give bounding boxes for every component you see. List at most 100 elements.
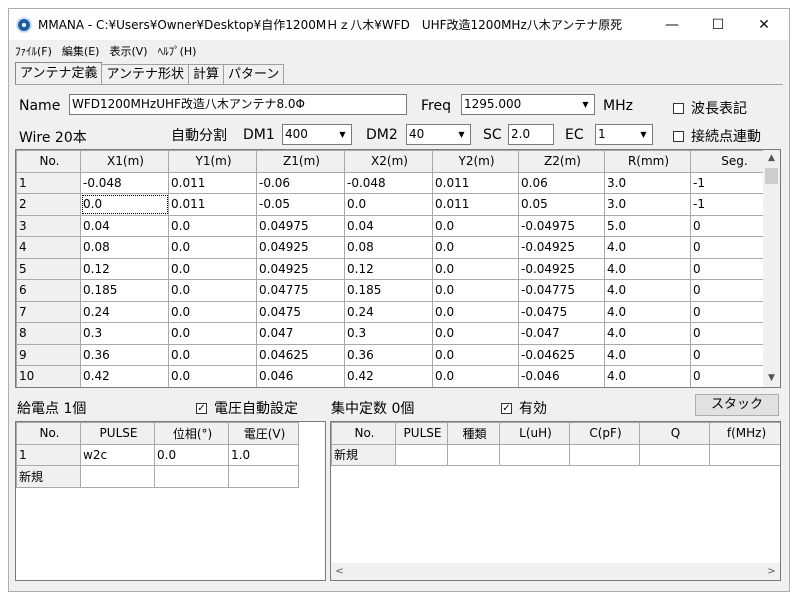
wire-z1-cell[interactable]: 0.04625 [256,343,345,366]
wire-y2-cell[interactable]: 0.0 [432,365,519,387]
wire-x1-cell[interactable]: 0.0 [80,193,169,216]
wire-x2-cell[interactable]: 0.185 [344,279,433,302]
scroll-left-icon[interactable]: < [331,563,348,580]
menu-file[interactable]: ﾌｧｲﾙ(F) [15,43,52,59]
wire-z1-cell[interactable]: 0.046 [256,365,345,387]
tab-calculation[interactable]: 計算 [187,64,224,84]
dm1-dropdown-arrow-icon[interactable]: ▼ [334,125,351,144]
wire-y2-cell[interactable]: 0.011 [432,171,519,194]
lumped-enabled-checkbox-box[interactable]: ✓ [501,402,512,414]
table-row[interactable]: 新規 [331,443,780,466]
wire-z2-cell[interactable]: 0.06 [518,171,605,194]
wire-x2-cell[interactable]: 0.24 [344,300,433,323]
wire-x2-cell[interactable]: -0.048 [344,171,433,194]
tab-antenna-definition[interactable]: アンテナ定義 [15,62,103,84]
wire-r-cell[interactable]: 4.0 [604,300,691,323]
wire-y1-cell[interactable]: 0.0 [168,279,257,302]
wire-x1-cell[interactable]: 0.12 [80,257,169,280]
table-row[interactable]: 3 0.04 0.0 0.04975 0.04 0.0 -0.04975 5.0 0 [16,214,777,237]
table-row[interactable]: 新規 [16,465,299,488]
wire-x2-cell[interactable]: 0.3 [344,322,433,345]
wire-no-cell[interactable]: 10 [16,365,81,387]
auto-voltage-checkbox-box[interactable]: ✓ [196,402,207,414]
connect-checkbox-box[interactable] [673,130,684,142]
wire-no-cell[interactable]: 8 [16,322,81,345]
wire-y1-cell[interactable]: 0.0 [168,236,257,259]
dm2-select[interactable]: 40 ▼ [406,124,471,145]
wire-y2-cell[interactable]: 0.0 [432,300,519,323]
close-button[interactable]: ✕ [741,9,787,40]
stack-button[interactable]: スタック [695,394,779,416]
wire-y2-cell[interactable]: 0.0 [432,322,519,345]
lumped-empty-cell[interactable] [569,443,640,466]
wire-r-cell[interactable]: 4.0 [604,343,691,366]
wire-r-cell[interactable]: 5.0 [604,214,691,237]
ec-dropdown-arrow-icon[interactable]: ▼ [635,125,652,144]
wire-no-cell[interactable]: 3 [16,214,81,237]
table-row[interactable]: 10 0.42 0.0 0.046 0.42 0.0 -0.046 4.0 0 [16,365,777,387]
lumped-empty-cell[interactable] [499,443,570,466]
wire-x2-cell[interactable]: 0.36 [344,343,433,366]
wire-z2-cell[interactable]: -0.046 [518,365,605,387]
wire-r-cell[interactable]: 4.0 [604,365,691,387]
wire-y1-cell[interactable]: 0.0 [168,322,257,345]
lumped-new-row[interactable]: 新規 [331,443,396,466]
wire-x1-cell[interactable]: 0.04 [80,214,169,237]
wavelength-checkbox[interactable]: 波長表記 [673,98,747,118]
wire-z1-cell[interactable]: 0.0475 [256,300,345,323]
wire-x1-cell[interactable]: 0.36 [80,343,169,366]
wire-y2-cell[interactable]: 0.0 [432,343,519,366]
wire-z1-cell[interactable]: 0.04775 [256,279,345,302]
wire-y2-cell[interactable]: 0.0 [432,279,519,302]
feed-empty-cell[interactable] [228,465,299,488]
wire-no-cell[interactable]: 6 [16,279,81,302]
menu-edit[interactable]: 編集(E) [62,43,100,59]
freq-dropdown-arrow-icon[interactable]: ▼ [577,95,594,114]
feed-empty-cell[interactable] [154,465,229,488]
table-row[interactable]: 1 w2c 0.0 1.0 [16,443,299,466]
wire-y2-cell[interactable]: 0.0 [432,214,519,237]
wire-r-cell[interactable]: 4.0 [604,257,691,280]
tab-antenna-shape[interactable]: アンテナ形状 [101,64,189,84]
wire-y1-cell[interactable]: 0.0 [168,257,257,280]
scroll-thumb[interactable] [765,168,778,184]
table-row[interactable]: 8 0.3 0.0 0.047 0.3 0.0 -0.047 4.0 0 [16,322,777,345]
wire-x2-cell[interactable]: 0.12 [344,257,433,280]
lumped-empty-cell[interactable] [639,443,710,466]
feed-new-row[interactable]: 新規 [16,465,81,488]
wire-z2-cell[interactable]: 0.05 [518,193,605,216]
ec-select[interactable]: 1 ▼ [595,124,653,145]
feed-row-no[interactable]: 1 [16,443,81,466]
lumped-empty-cell[interactable] [447,443,500,466]
wire-z2-cell[interactable]: -0.04775 [518,279,605,302]
freq-select[interactable]: 1295.000 ▼ [461,94,595,115]
wire-z1-cell[interactable]: 0.04925 [256,236,345,259]
sc-input[interactable]: 2.0 [508,124,554,145]
wire-r-cell[interactable]: 4.0 [604,236,691,259]
wire-y2-cell[interactable]: 0.011 [432,193,519,216]
wire-no-cell[interactable]: 1 [16,171,81,194]
dm2-dropdown-arrow-icon[interactable]: ▼ [453,125,470,144]
wire-x2-cell[interactable]: 0.08 [344,236,433,259]
wire-y1-cell[interactable]: 0.011 [168,171,257,194]
wire-z2-cell[interactable]: -0.04925 [518,236,605,259]
wire-y1-cell[interactable]: 0.0 [168,343,257,366]
maximize-button[interactable]: ☐ [695,9,741,40]
feed-pulse-cell[interactable]: w2c [80,443,155,466]
wire-z1-cell[interactable]: -0.05 [256,193,345,216]
wire-z2-cell[interactable]: -0.04925 [518,257,605,280]
table-row[interactable]: 5 0.12 0.0 0.04925 0.12 0.0 -0.04925 4.0 0 [16,257,777,280]
wire-z1-cell[interactable]: -0.06 [256,171,345,194]
wire-x2-cell[interactable]: 0.0 [344,193,433,216]
wire-no-cell[interactable]: 9 [16,343,81,366]
scroll-right-icon[interactable]: > [763,563,780,580]
lumped-enabled-checkbox[interactable]: ✓ 有効 [501,398,547,418]
auto-voltage-checkbox[interactable]: ✓ 電圧自動設定 [196,398,298,418]
scroll-up-icon[interactable]: ▲ [763,150,780,167]
wire-z1-cell[interactable]: 0.04975 [256,214,345,237]
wire-no-cell[interactable]: 2 [16,193,81,216]
wire-z2-cell[interactable]: -0.047 [518,322,605,345]
wire-x1-cell[interactable]: 0.08 [80,236,169,259]
wire-x1-cell[interactable]: 0.42 [80,365,169,387]
wire-x1-cell[interactable]: -0.048 [80,171,169,194]
